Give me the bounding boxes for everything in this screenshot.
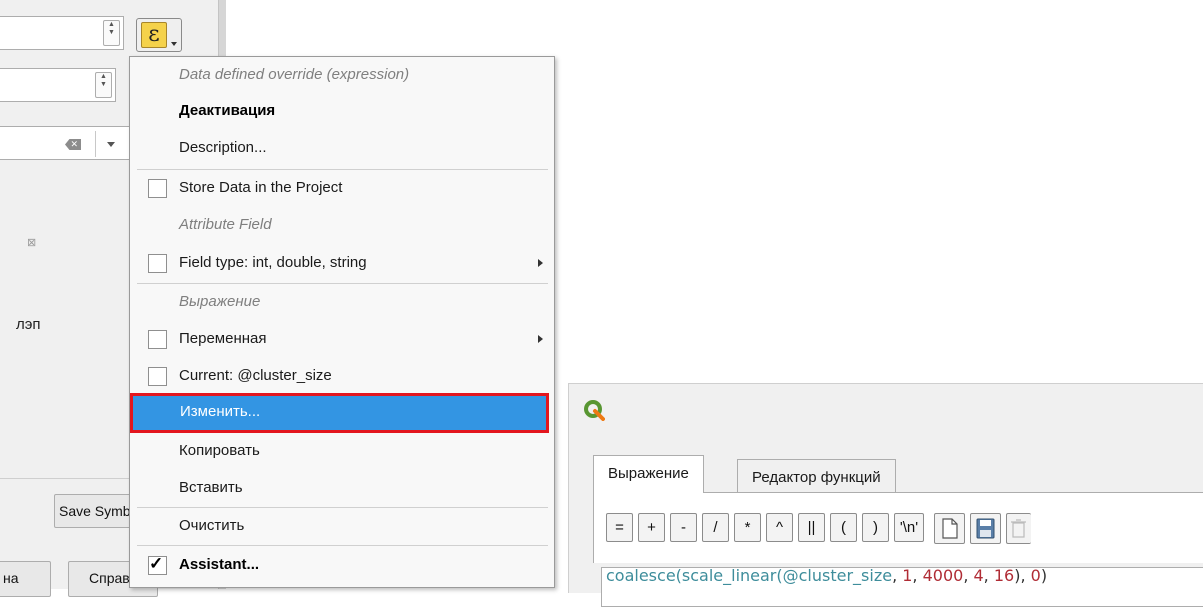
- operator-toolbar: = + - / * ^ || ( ) '\n': [593, 493, 1203, 563]
- checkbox-icon[interactable]: [148, 330, 167, 349]
- clear-icon[interactable]: ✕: [65, 139, 81, 150]
- dropdown-arrow-icon: [171, 42, 177, 46]
- expression-epsilon-icon: ε: [141, 22, 167, 48]
- data-defined-context-menu: Data defined override (expression) Деакт…: [129, 56, 555, 588]
- numeric-spinbox-1[interactable]: ▲ ▼: [0, 16, 124, 50]
- expr-punct: ,: [963, 566, 974, 585]
- save-button[interactable]: [970, 513, 1001, 544]
- operator-newline-button[interactable]: '\n': [894, 513, 924, 542]
- submenu-arrow-icon: [538, 335, 543, 343]
- menu-item-store-data[interactable]: Store Data in the Project: [130, 170, 554, 206]
- layer-label: лэп: [16, 316, 41, 333]
- expr-punct: ): [1040, 566, 1048, 585]
- menu-item-label: Assistant...: [179, 556, 260, 573]
- delete-button[interactable]: [1006, 513, 1031, 544]
- menu-item-edit[interactable]: Изменить...: [131, 394, 546, 431]
- expr-number-token: 1: [902, 566, 913, 585]
- spin-arrows-icon[interactable]: ▲ ▼: [103, 20, 120, 46]
- menu-item-label: Копировать: [179, 442, 260, 459]
- expr-punct: ),: [1014, 566, 1031, 585]
- menu-item-label: Store Data in the Project: [179, 179, 343, 196]
- menu-item-label: Data defined override (expression): [179, 66, 410, 83]
- menu-item-deactivate[interactable]: Деактивация: [130, 93, 554, 129]
- operator-close-paren-button[interactable]: ): [862, 513, 889, 542]
- menu-item-label: Current: @cluster_size: [179, 367, 332, 384]
- dialog-tab-bar: Выражение Редактор функций: [593, 455, 1203, 494]
- ok-button[interactable]: на: [0, 561, 51, 597]
- field-combo-box[interactable]: ✕: [0, 126, 132, 160]
- menu-item-label: Description...: [179, 139, 267, 156]
- expr-punct: ,: [983, 566, 994, 585]
- menu-item-label: Переменная: [179, 330, 267, 347]
- new-file-icon: [942, 518, 958, 539]
- data-defined-override-button[interactable]: ε: [136, 18, 182, 52]
- checkbox-icon[interactable]: [148, 367, 167, 386]
- menu-item-paste[interactable]: Вставить: [130, 470, 554, 506]
- operator-open-paren-button[interactable]: (: [830, 513, 857, 542]
- menu-header-data-defined: Data defined override (expression): [130, 57, 554, 93]
- operator-multiply-button[interactable]: *: [734, 513, 761, 542]
- save-icon: [976, 518, 995, 539]
- expression-dialog: Выражение Редактор функций = + - / * ^ |…: [568, 383, 1203, 607]
- delete-icon: [1011, 519, 1026, 538]
- menu-item-label: Выражение: [179, 293, 261, 310]
- menu-item-label: Вставить: [179, 479, 243, 496]
- numeric-spinbox-2[interactable]: ▲ ▼: [0, 68, 116, 102]
- expr-punct: ,: [892, 566, 903, 585]
- menu-item-label: Деактивация: [179, 102, 276, 119]
- combo-divider: [95, 131, 96, 157]
- expr-number-token: 4000: [922, 566, 964, 585]
- qgis-logo-icon: [584, 400, 605, 421]
- menu-item-copy[interactable]: Копировать: [130, 433, 554, 469]
- menu-item-label: Изменить...: [180, 403, 261, 420]
- operator-concat-button[interactable]: ||: [798, 513, 825, 542]
- menu-item-field-type[interactable]: Field type: int, double, string: [130, 245, 554, 281]
- operator-plus-button[interactable]: +: [638, 513, 665, 542]
- operator-minus-button[interactable]: -: [670, 513, 697, 542]
- menu-header-expression: Выражение: [130, 284, 554, 320]
- operator-equals-button[interactable]: =: [606, 513, 633, 542]
- checkmark-icon: ✓: [149, 554, 164, 573]
- checkbox-icon[interactable]: [148, 254, 167, 273]
- operator-power-button[interactable]: ^: [766, 513, 793, 542]
- menu-item-assistant[interactable]: ✓ Assistant...: [130, 547, 554, 583]
- tab-expression[interactable]: Выражение: [593, 455, 704, 494]
- operator-divide-button[interactable]: /: [702, 513, 729, 542]
- menu-item-label: Очистить: [179, 517, 245, 534]
- expression-text: coalesce(scale_linear(@cluster_size, 1, …: [606, 566, 1047, 585]
- menu-item-label: Attribute Field: [179, 216, 272, 233]
- spin-arrows-icon[interactable]: ▲ ▼: [95, 72, 112, 98]
- chevron-down-icon[interactable]: [107, 142, 115, 147]
- expr-function-token: coalesce(scale_linear(: [606, 566, 783, 585]
- expr-variable-token: @cluster_size: [782, 566, 893, 585]
- menu-item-clear[interactable]: Очистить: [130, 508, 554, 544]
- tab-function-editor[interactable]: Редактор функций: [737, 459, 896, 493]
- menu-item-variable[interactable]: Переменная: [130, 321, 554, 357]
- menu-item-description[interactable]: Description...: [130, 130, 554, 166]
- menu-separator: [137, 545, 548, 546]
- menu-item-current-expression[interactable]: Current: @cluster_size: [130, 358, 554, 394]
- expr-number-token: 4: [973, 566, 984, 585]
- checkbox-icon[interactable]: [148, 179, 167, 198]
- small-checkbox-icon: ⊠: [27, 237, 37, 249]
- new-file-button[interactable]: [934, 513, 965, 544]
- expression-editor[interactable]: coalesce(scale_linear(@cluster_size, 1, …: [601, 566, 1203, 607]
- expr-number-token: 16: [993, 566, 1015, 585]
- expr-punct: ,: [912, 566, 923, 585]
- expr-number-token: 0: [1030, 566, 1041, 585]
- menu-header-attribute-field: Attribute Field: [130, 207, 554, 243]
- menu-item-label: Field type: int, double, string: [179, 254, 367, 271]
- submenu-arrow-icon: [538, 259, 543, 267]
